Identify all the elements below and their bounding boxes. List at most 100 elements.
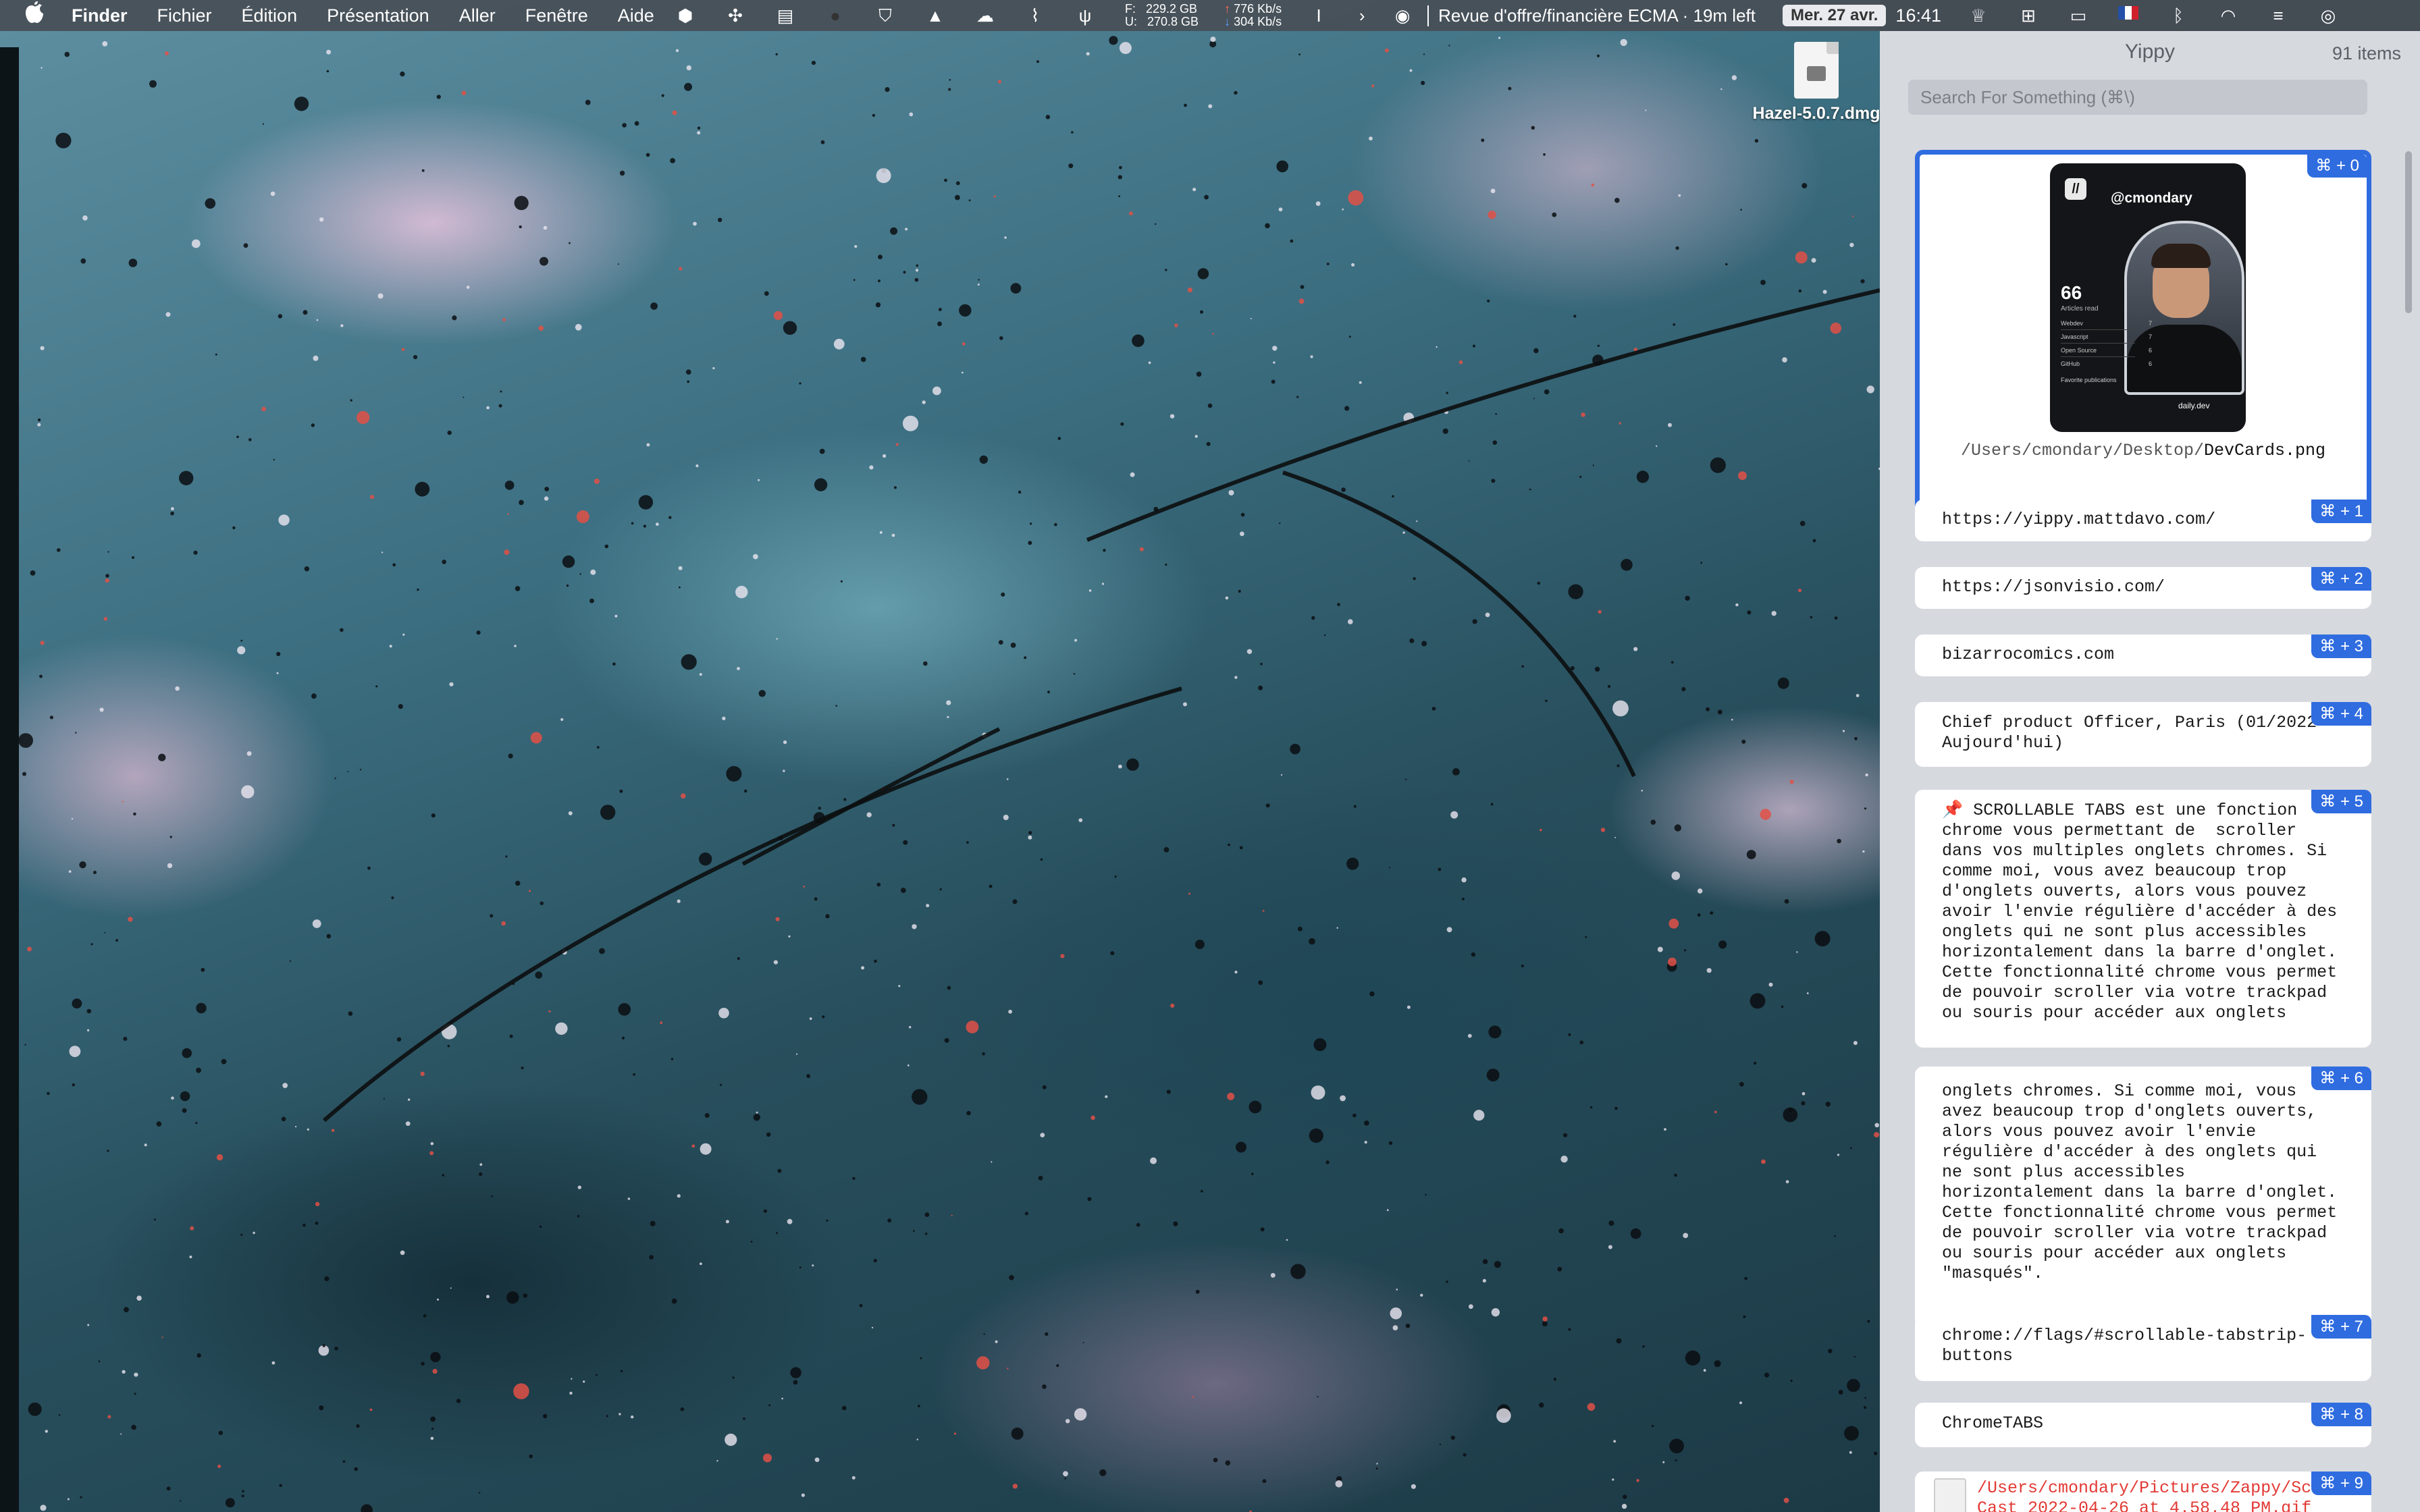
devcard-row-label: Javascript bbox=[2061, 333, 2088, 340]
clip-text: Chief product Officer, Paris (01/2022 - … bbox=[1942, 713, 2337, 753]
clip-text: 📌 SCROLLABLE TABS est une fonction chrom… bbox=[1942, 801, 2338, 1023]
date-chip[interactable]: Mer. 27 avr. bbox=[1782, 5, 1887, 26]
menu-presentation[interactable]: Présentation bbox=[327, 5, 429, 26]
wifi-icon[interactable]: ◠ bbox=[2218, 5, 2238, 26]
menu-app-finder[interactable]: Finder bbox=[72, 5, 128, 26]
clip-item-2[interactable]: https://jsonvisio.com/ ⌘ + 2 bbox=[1915, 567, 2371, 609]
window-edge bbox=[0, 47, 19, 1512]
bug-icon[interactable]: ● bbox=[825, 5, 845, 26]
menu-fenetre[interactable]: Fenêtre bbox=[525, 5, 588, 26]
disk-used-label: U: bbox=[1125, 15, 1137, 28]
devcard-row-value: 7 bbox=[2149, 320, 2153, 327]
fork-icon[interactable]: ψ bbox=[1075, 5, 1095, 26]
clip-shortcut: ⌘ + 8 bbox=[2311, 1403, 2371, 1426]
clip-shortcut: ⌘ + 4 bbox=[2311, 702, 2371, 726]
wallpaper-splatter bbox=[0, 36, 1880, 1512]
menu-edition[interactable]: Édition bbox=[242, 5, 298, 26]
battery-icon[interactable]: ▭ bbox=[2068, 5, 2088, 26]
menu-aller[interactable]: Aller bbox=[459, 5, 496, 26]
clip-text: ChromeTABS bbox=[1942, 1413, 2044, 1433]
clip-text: /Users/cmondary/Pictures/Zappy/Scre Cast… bbox=[1977, 1478, 2332, 1512]
devcard-row-label: GitHub bbox=[2061, 360, 2080, 367]
trophy-icon[interactable]: ♕ bbox=[1968, 5, 1989, 26]
menu-bar: Finder Fichier Édition Présentation Alle… bbox=[0, 0, 2420, 31]
devcard-articles: 66 bbox=[2061, 282, 2082, 303]
clip-item-1[interactable]: https://yippy.mattdavo.com/ ⌘ + 1 bbox=[1915, 500, 2371, 541]
devcard-row-label: Open Source bbox=[2061, 347, 2097, 354]
devcard-row-value: 6 bbox=[2149, 360, 2153, 367]
drive-icon[interactable]: ▲ bbox=[925, 5, 945, 26]
clip-item-9[interactable]: /Users/cmondary/Pictures/Zappy/Scre Cast… bbox=[1915, 1472, 2371, 1512]
clip-text: bizarrocomics.com bbox=[1942, 645, 2115, 664]
clip-path-dir: /Users/cmondary/Desktop/ bbox=[1960, 441, 2205, 460]
daily-dev-logo-icon: // bbox=[2065, 178, 2086, 200]
disk-used: 270.8 GB bbox=[1147, 15, 1199, 28]
clip-text: https://jsonvisio.com/ bbox=[1942, 577, 2165, 597]
yippy-item-count: 91 items bbox=[2332, 43, 2401, 63]
devcard-row-value: 7 bbox=[2149, 333, 2153, 340]
clip-item-8[interactable]: ChromeTABS ⌘ + 8 bbox=[1915, 1403, 2371, 1447]
disk-free: 229.2 GB bbox=[1146, 2, 1198, 16]
clip-item-5[interactable]: 📌 SCROLLABLE TABS est une fonction chrom… bbox=[1915, 790, 2371, 1048]
record-icon[interactable]: ◉ bbox=[1392, 5, 1413, 26]
menu-fichier[interactable]: Fichier bbox=[157, 5, 212, 26]
clip-path-file: DevCards.png bbox=[2204, 441, 2326, 460]
yippy-panel: Yippy 91 items // @cmondary 66 Articles … bbox=[1880, 31, 2420, 1512]
devcard-row-label: Webdev bbox=[2061, 320, 2083, 327]
menu-aide[interactable]: Aide bbox=[618, 5, 654, 26]
desktop-wallpaper bbox=[0, 0, 1880, 1512]
flag-fr-icon[interactable] bbox=[2118, 5, 2138, 26]
bluetooth-icon[interactable]: ᛒ bbox=[2168, 5, 2188, 26]
yippy-search-input[interactable] bbox=[1908, 80, 2367, 115]
status-tray-left: ⬢ ✣ ▤ ● ⛉ ▲ ☁ ⌇ ψ F: 229.2 GB U: 270.8 G… bbox=[675, 0, 2338, 31]
paperclip-icon[interactable]: ⌇ bbox=[1025, 5, 1045, 26]
net-stats[interactable]: ↑ 776 Kb/s ↓ 304 Kb/s bbox=[1224, 3, 1282, 28]
clip-file-path: /Users/cmondary/Desktop/DevCards.png bbox=[1920, 441, 2367, 460]
clip-shortcut: ⌘ + 5 bbox=[2311, 790, 2371, 813]
clip-shortcut: ⌘ + 2 bbox=[2311, 567, 2371, 591]
devcard-articles-label: Articles read bbox=[2061, 305, 2099, 313]
clock[interactable]: 16:41 bbox=[1895, 5, 1941, 26]
devcard-row-value: 6 bbox=[2149, 347, 2153, 354]
clip-item-4[interactable]: Chief product Officer, Paris (01/2022 - … bbox=[1915, 702, 2371, 767]
clip-shortcut: ⌘ + 9 bbox=[2311, 1472, 2371, 1495]
cube-icon[interactable]: ⬢ bbox=[675, 5, 695, 26]
net-down: 304 Kb/s bbox=[1234, 15, 1282, 28]
devcard-handle: @cmondary bbox=[2111, 190, 2192, 206]
disk-stats[interactable]: F: 229.2 GB U: 270.8 GB bbox=[1125, 3, 1199, 28]
apple-menu-icon[interactable] bbox=[24, 1, 58, 30]
chevron-right-icon[interactable]: › bbox=[1352, 5, 1372, 26]
clip-shortcut: ⌘ + 3 bbox=[2311, 634, 2371, 658]
inbox-icon[interactable]: ⊞ bbox=[2018, 5, 2038, 26]
cursor-icon[interactable]: ✣ bbox=[725, 5, 745, 26]
clip-item-6[interactable]: onglets chromes. Si comme moi, vous avez… bbox=[1915, 1066, 2371, 1327]
clip-text: https://yippy.mattdavo.com/ bbox=[1942, 510, 2216, 529]
desktop-file-name: Hazel-5.0.7.dmg bbox=[1752, 104, 1880, 123]
clip-shortcut: ⌘ + 6 bbox=[2311, 1066, 2371, 1090]
net-up: 776 Kb/s bbox=[1234, 2, 1282, 16]
clip-shortcut: ⌘ + 0 bbox=[2307, 154, 2367, 178]
gif-file-icon bbox=[1934, 1478, 1966, 1512]
shield-icon[interactable]: ⛉ bbox=[875, 5, 895, 26]
text-cursor-icon[interactable]: I bbox=[1309, 5, 1329, 26]
keyboard-icon[interactable]: ▤ bbox=[775, 5, 795, 26]
clip-shortcut: ⌘ + 1 bbox=[2311, 500, 2371, 523]
yippy-header: Yippy 91 items bbox=[1880, 31, 2420, 76]
calendar-event[interactable]: Revue d'offre/financière ECMA · 19m left bbox=[1427, 5, 1756, 26]
control-center-icon[interactable]: ≡ bbox=[2268, 5, 2288, 26]
clip-shortcut: ⌘ + 7 bbox=[2311, 1315, 2371, 1339]
desktop-file-hazel[interactable]: Hazel-5.0.7.dmg bbox=[1749, 42, 1884, 124]
profile-photo bbox=[2124, 221, 2244, 395]
disk-free-label: F: bbox=[1125, 2, 1136, 16]
devcard-footer: Favorite publications bbox=[2061, 377, 2117, 383]
clip-text: chrome://flags/#scrollable-tabstrip- but… bbox=[1942, 1326, 2307, 1366]
devcard-brand: daily.dev bbox=[2178, 401, 2210, 410]
yippy-scrollbar[interactable] bbox=[2405, 151, 2412, 313]
dmg-file-icon bbox=[1794, 42, 1839, 99]
clip-item-3[interactable]: bizarrocomics.com ⌘ + 3 bbox=[1915, 634, 2371, 676]
cloud-icon[interactable]: ☁ bbox=[975, 5, 995, 26]
clip-item-7[interactable]: chrome://flags/#scrollable-tabstrip- but… bbox=[1915, 1315, 2371, 1381]
clip-text: onglets chromes. Si comme moi, vous avez… bbox=[1942, 1081, 2338, 1283]
siri-icon[interactable]: ◎ bbox=[2318, 5, 2338, 26]
clip-item-0[interactable]: // @cmondary 66 Articles read Webdev Jav… bbox=[1915, 150, 2371, 516]
